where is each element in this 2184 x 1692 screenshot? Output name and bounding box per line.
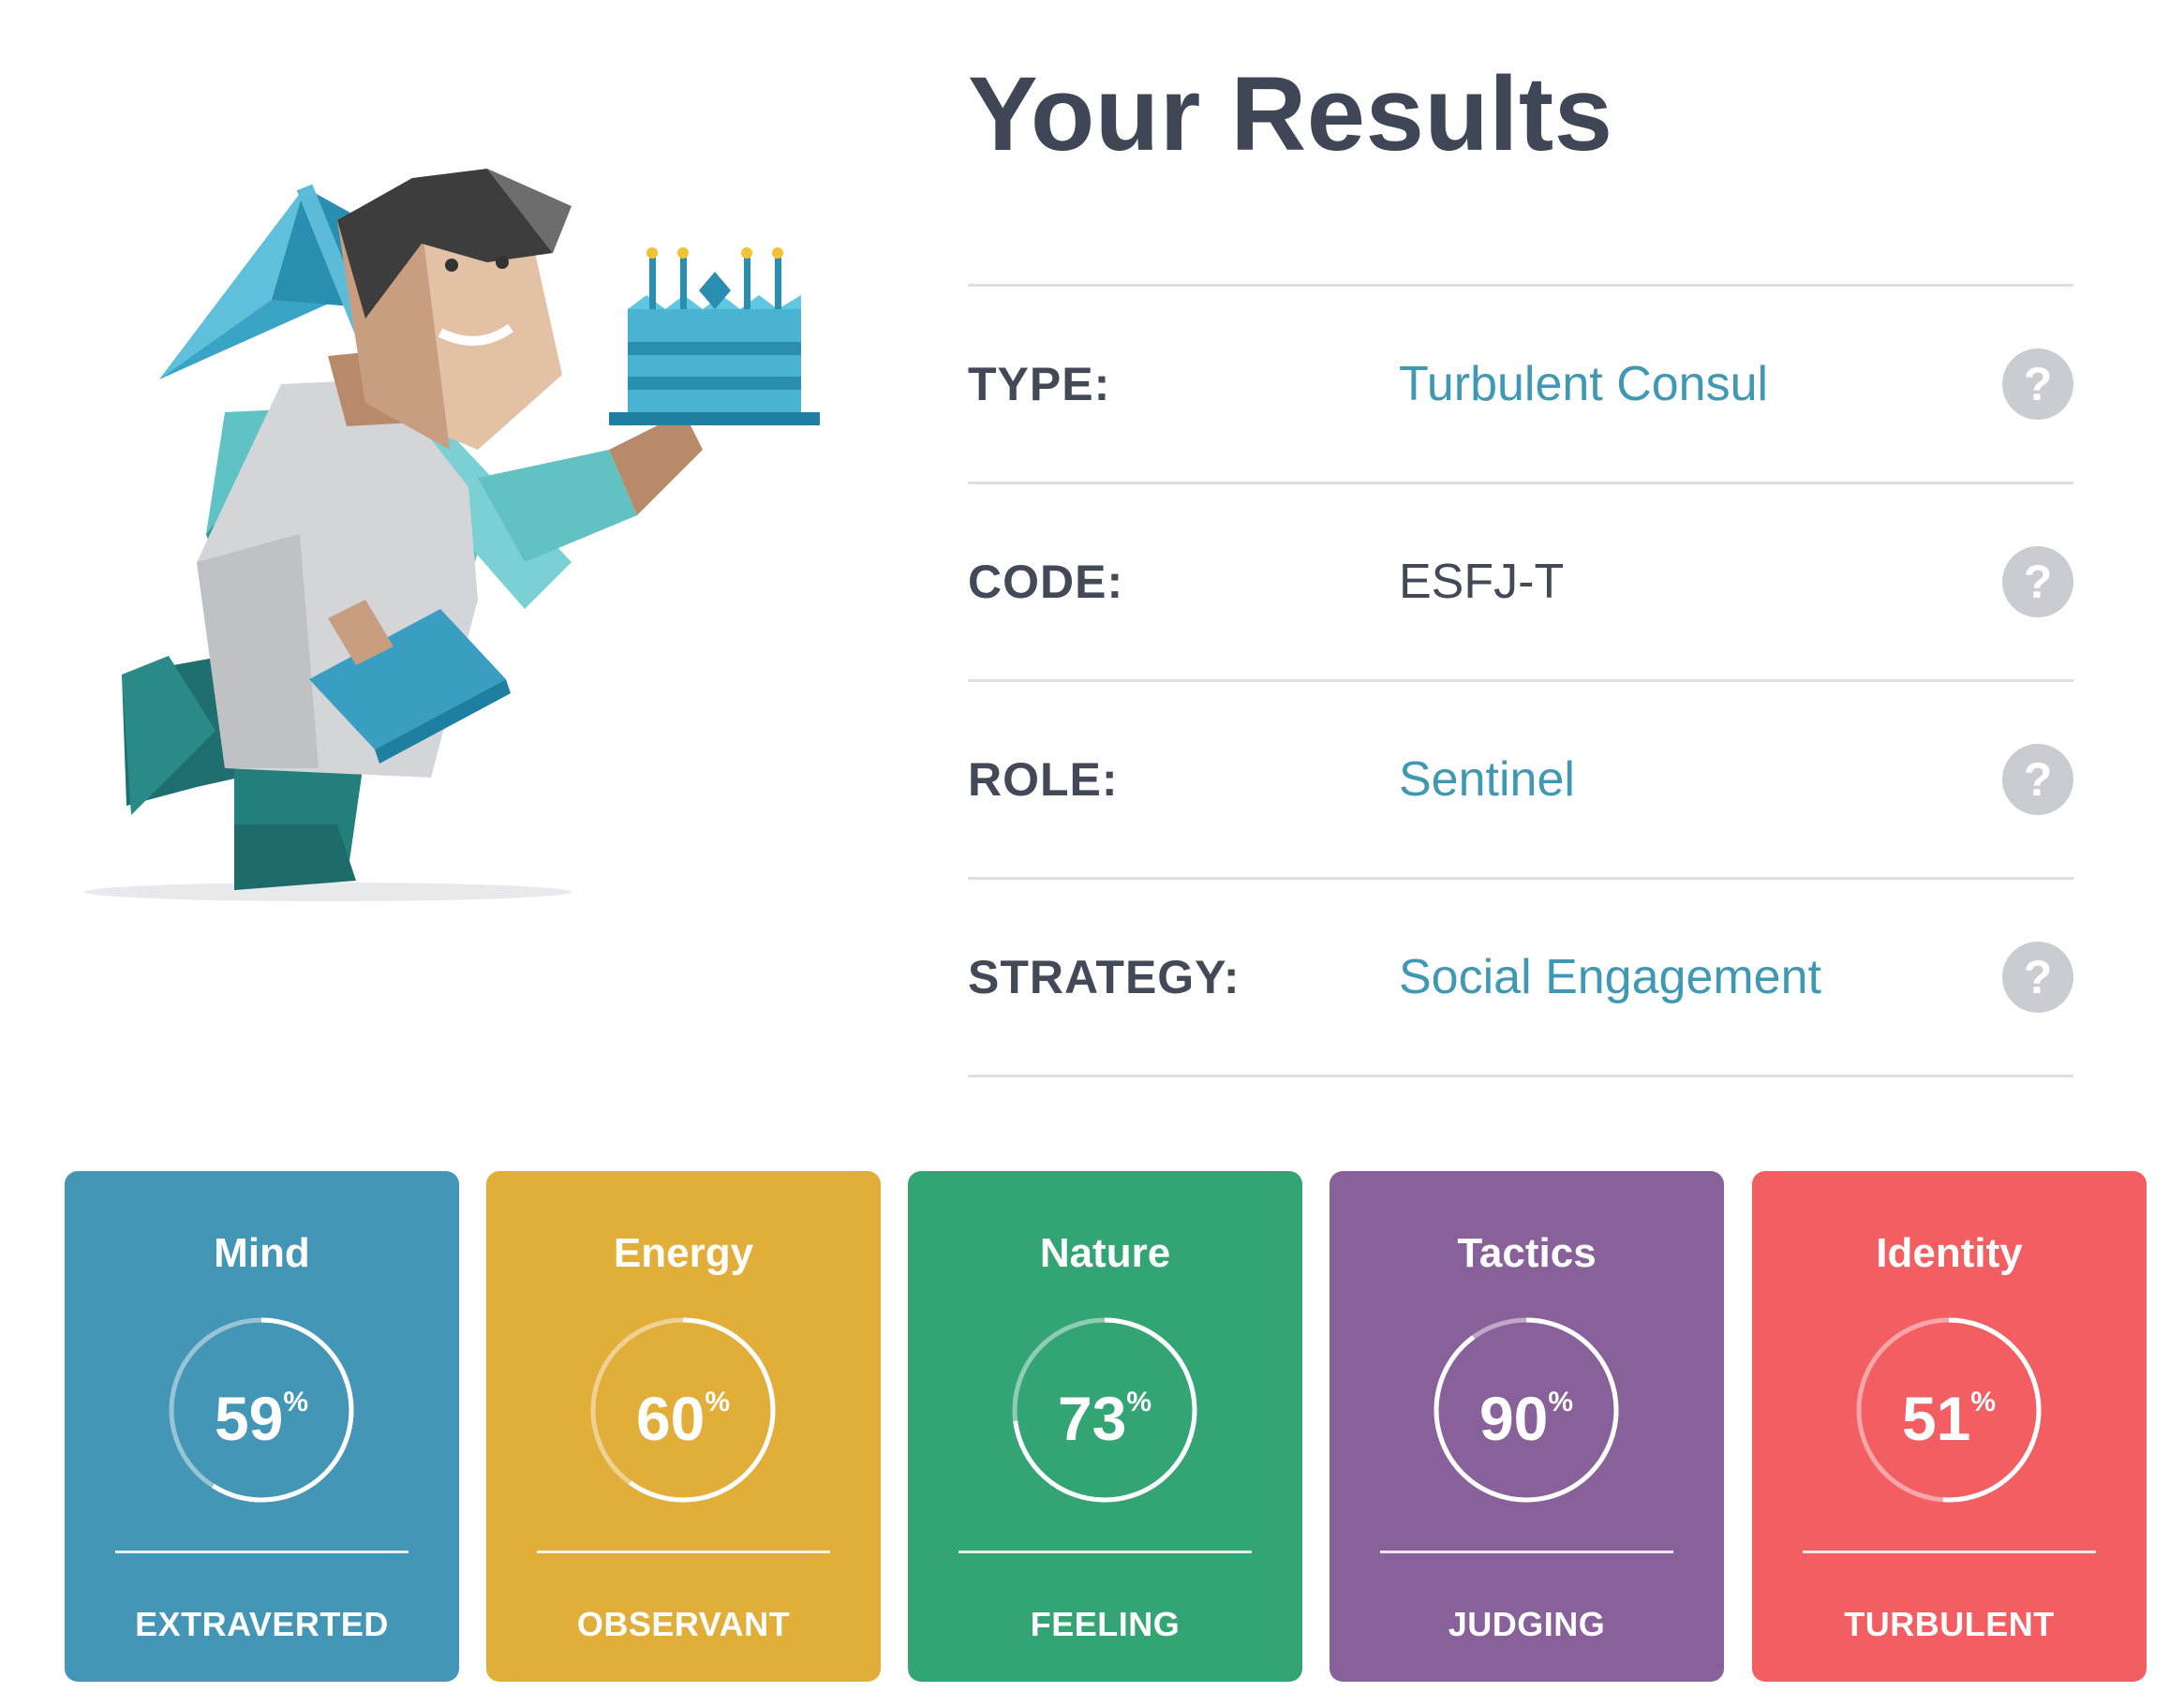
results-table: TYPE: Turbulent Consul ? CODE: ESFJ-T ? …: [968, 284, 2073, 1077]
strategy-value-link[interactable]: Social Engagement: [1399, 880, 1821, 1075]
shadow-shape: [84, 883, 572, 901]
code-label: CODE:: [968, 556, 1124, 608]
percent-value: 73%: [1057, 1384, 1152, 1453]
help-icon[interactable]: ?: [2002, 546, 2073, 617]
percent-ring: 51%: [1855, 1316, 2043, 1504]
trait-card-identity[interactable]: Identity 51% TURBULENT: [1752, 1171, 2147, 1682]
card-divider: [1803, 1551, 2096, 1553]
trait-cards: Mind 59% EXTRAVERTED Energy 60% OBSERVAN…: [65, 1171, 2147, 1682]
result-row-strategy: STRATEGY: Social Engagement ?: [968, 880, 2073, 1077]
help-icon[interactable]: ?: [2002, 349, 2073, 420]
card-title: Nature: [1039, 1230, 1171, 1276]
result-row-type: TYPE: Turbulent Consul ?: [968, 287, 2073, 484]
result-row-role: ROLE: Sentinel ?: [968, 682, 2073, 880]
type-label: TYPE:: [968, 358, 1111, 410]
card-title: Identity: [1876, 1230, 2023, 1276]
card-trait-label: TURBULENT: [1844, 1605, 2055, 1643]
percent-value: 60%: [635, 1384, 731, 1453]
percent-value: 90%: [1478, 1384, 1574, 1453]
card-trait-label: OBSERVANT: [576, 1605, 791, 1643]
birthday-cake-icon: [609, 247, 820, 425]
trait-card-tactics[interactable]: Tactics 90% JUDGING: [1330, 1171, 1724, 1682]
card-title: Tactics: [1457, 1230, 1597, 1276]
help-icon[interactable]: ?: [2002, 942, 2073, 1013]
role-label: ROLE:: [968, 753, 1119, 806]
card-title: Energy: [613, 1230, 754, 1276]
card-title: Mind: [214, 1230, 310, 1276]
trait-card-energy[interactable]: Energy 60% OBSERVANT: [486, 1171, 881, 1682]
card-divider: [958, 1551, 1252, 1553]
consul-character-illustration: [84, 169, 820, 901]
percent-ring: 60%: [589, 1316, 777, 1504]
percent-ring: 59%: [168, 1316, 355, 1504]
type-value-link[interactable]: Turbulent Consul: [1399, 287, 1768, 482]
trait-card-nature[interactable]: Nature 73% FEELING: [908, 1171, 1302, 1682]
percent-value: 51%: [1901, 1384, 1997, 1453]
percent-value: 59%: [214, 1384, 309, 1453]
card-divider: [1380, 1551, 1673, 1553]
strategy-label: STRATEGY:: [968, 951, 1241, 1003]
card-divider: [537, 1551, 830, 1553]
result-row-code: CODE: ESFJ-T ?: [968, 484, 2073, 682]
card-trait-label: EXTRAVERTED: [135, 1605, 389, 1643]
role-value-link[interactable]: Sentinel: [1399, 682, 1575, 877]
page-title: Your Results: [968, 55, 1613, 172]
card-trait-label: JUDGING: [1448, 1605, 1606, 1643]
card-divider: [115, 1551, 409, 1553]
percent-ring: 73%: [1011, 1316, 1198, 1504]
card-trait-label: FEELING: [1030, 1605, 1181, 1643]
percent-ring: 90%: [1433, 1316, 1620, 1504]
code-value: ESFJ-T: [1399, 555, 1565, 609]
trait-card-mind[interactable]: Mind 59% EXTRAVERTED: [65, 1171, 459, 1682]
help-icon[interactable]: ?: [2002, 744, 2073, 815]
